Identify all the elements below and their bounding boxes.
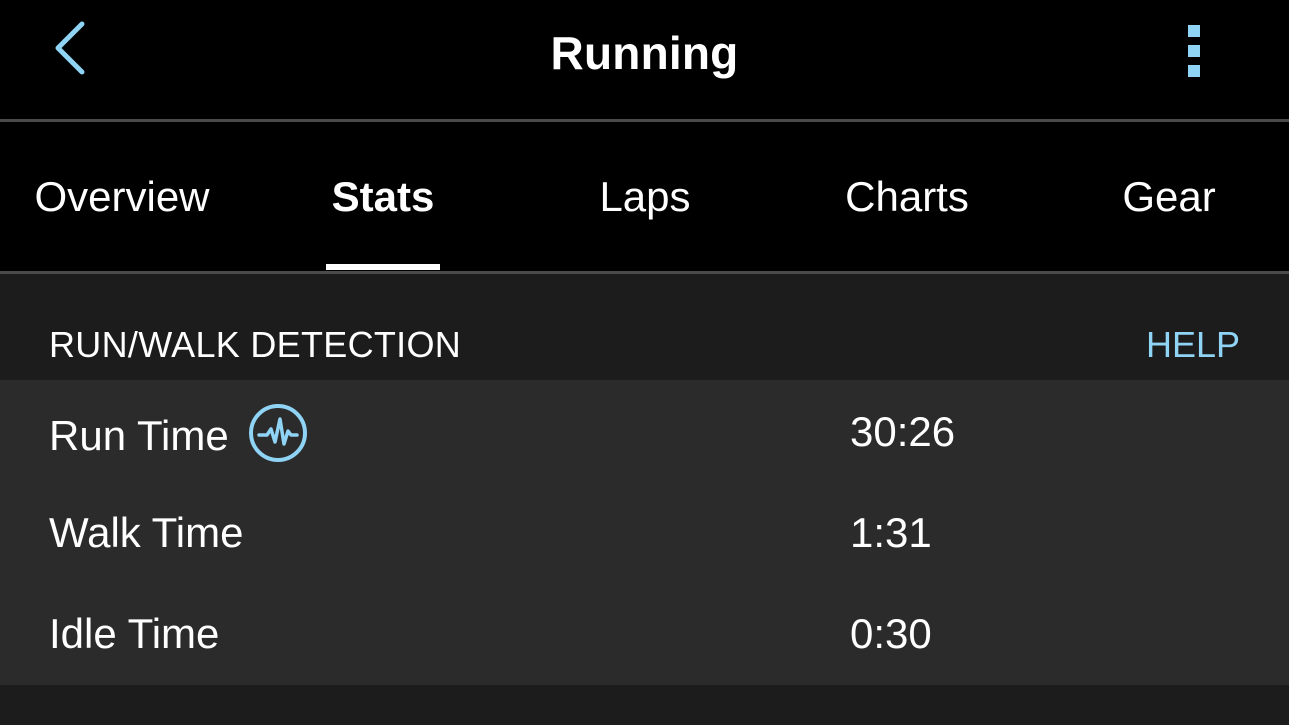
stat-value: 0:30 [850,610,932,657]
tab-gear[interactable]: Gear [1040,122,1289,271]
stat-label: Walk Time [49,509,244,556]
heart-pulse-icon[interactable] [247,402,309,464]
app-screen: Running Overview Stats Laps Charts Gear … [0,0,1289,725]
tab-bar: Overview Stats Laps Charts Gear [0,122,1289,271]
tab-overview[interactable]: Overview [0,122,244,271]
kebab-menu-icon [1186,23,1202,84]
help-link[interactable]: HELP [1146,324,1240,366]
page-title: Running [550,27,739,79]
top-app-bar: Running [0,0,1289,119]
tab-charts[interactable]: Charts [778,122,1036,271]
stats-list: Run Time 30:26 Walk Time 1:31 Idle Time … [0,380,1289,685]
section-title: RUN/WALK DETECTION [49,324,462,365]
active-tab-indicator [326,264,440,270]
section-header: RUN/WALK DETECTION HELP [0,274,1289,380]
stat-row-run-time: Run Time 30:26 [0,380,1289,481]
stat-value: 30:26 [850,408,956,455]
more-options-button[interactable] [1166,20,1222,86]
stat-value: 1:31 [850,509,932,556]
stat-row-idle-time: Idle Time 0:30 [0,582,1289,683]
stat-row-walk-time: Walk Time 1:31 [0,481,1289,582]
stat-label: Idle Time [49,610,220,657]
tab-laps[interactable]: Laps [516,122,774,271]
stat-label-container: Run Time [49,404,309,464]
stat-label: Run Time [49,412,229,459]
tab-stats[interactable]: Stats [254,122,512,271]
page-background-bottom [0,685,1289,725]
